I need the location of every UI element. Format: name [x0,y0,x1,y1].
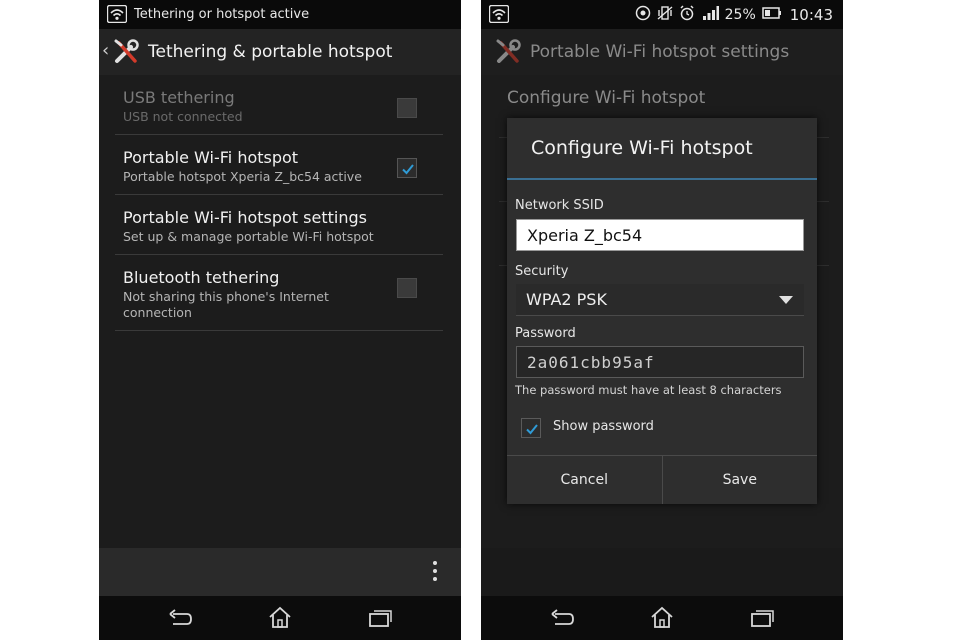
security-value: WPA2 PSK [526,290,607,309]
tools-icon[interactable] [495,39,523,69]
action-bar: ‹ Tethering & portable hotspot [99,29,461,75]
checkmark-icon [526,424,538,435]
clock: 10:43 [789,6,833,24]
settings-list: USB tethering USB not connected Portable… [115,75,443,331]
setting-portable-hotspot[interactable]: Portable Wi-Fi hotspot Portable hotspot … [115,135,443,195]
setting-summary: USB not connected [123,109,243,124]
cancel-button[interactable]: Cancel [507,456,662,504]
sync-icon [635,5,651,25]
password-label: Password [515,326,576,341]
notification-text: Tethering or hotspot active [134,7,310,22]
portable-hotspot-checkbox[interactable] [397,158,417,178]
overflow-menu-icon[interactable] [433,561,439,581]
save-button[interactable]: Save [661,456,818,504]
dialog-title: Configure Wi-Fi hotspot [531,137,753,159]
status-bar: Tethering or hotspot active [99,0,461,29]
page-title: Portable Wi-Fi hotspot settings [530,42,790,62]
dialog-title-divider [507,178,817,180]
ssid-label: Network SSID [515,198,604,213]
back-icon[interactable] [167,606,193,634]
signal-icon [701,5,719,25]
alarm-icon [679,5,695,25]
back-icon[interactable] [549,606,575,634]
hotspot-icon [488,4,510,27]
battery-percent: 25% [724,7,756,23]
home-icon[interactable] [649,606,675,634]
security-label: Security [515,264,569,279]
navigation-bar [99,596,461,640]
usb-tethering-checkbox[interactable] [397,98,417,118]
setting-hotspot-settings[interactable]: Portable Wi-Fi hotspot settings Set up &… [115,195,443,255]
phone-screen-tethering: Tethering or hotspot active ‹ Tethering … [99,0,461,640]
background-item-title: Configure Wi-Fi hotspot [507,88,706,108]
setting-title: USB tethering [123,88,235,107]
page-title: Tethering & portable hotspot [148,42,393,62]
phone-screen-hotspot-settings: 25% 10:43 Portable Wi-Fi hotspot setting… [481,0,843,640]
home-icon[interactable] [267,606,293,634]
setting-usb-tethering[interactable]: USB tethering USB not connected [115,75,443,135]
security-select[interactable]: WPA2 PSK [516,284,804,316]
recent-apps-icon[interactable] [367,606,393,634]
show-password-label: Show password [553,419,654,434]
setting-summary: Portable hotspot Xperia Z_bc54 active [123,169,362,184]
vibrate-icon [657,5,673,25]
navigation-bar [481,596,843,640]
bluetooth-tethering-checkbox[interactable] [397,278,417,298]
tools-icon[interactable] [113,39,141,69]
setting-title: Portable Wi-Fi hotspot [123,148,299,167]
setting-bluetooth-tethering[interactable]: Bluetooth tethering Not sharing this pho… [115,255,443,331]
dialog-buttons: Cancel Save [507,455,817,504]
dropdown-arrow-icon [779,296,793,304]
setting-summary: Set up & manage portable Wi-Fi hotspot [123,229,374,244]
setting-title: Bluetooth tethering [123,268,280,287]
password-hint: The password must have at least 8 charac… [515,383,782,397]
checkmark-icon [402,164,414,175]
chevron-left-icon[interactable]: ‹ [102,40,109,61]
battery-icon [762,6,782,24]
status-bar: 25% 10:43 [481,0,843,29]
setting-summary: Not sharing this phone's Internet connec… [123,289,329,320]
setting-title: Portable Wi-Fi hotspot settings [123,208,367,227]
show-password-checkbox[interactable] [521,418,541,438]
ssid-input[interactable]: Xperia Z_bc54 [516,219,804,251]
menu-bar [99,548,461,596]
hotspot-icon [106,4,128,27]
recent-apps-icon[interactable] [749,606,775,634]
password-input[interactable]: 2a061cbb95af [516,346,804,378]
configure-hotspot-dialog: Configure Wi-Fi hotspot Network SSID Xpe… [507,118,817,504]
menu-bar [481,548,843,596]
action-bar: Portable Wi-Fi hotspot settings [481,29,843,75]
